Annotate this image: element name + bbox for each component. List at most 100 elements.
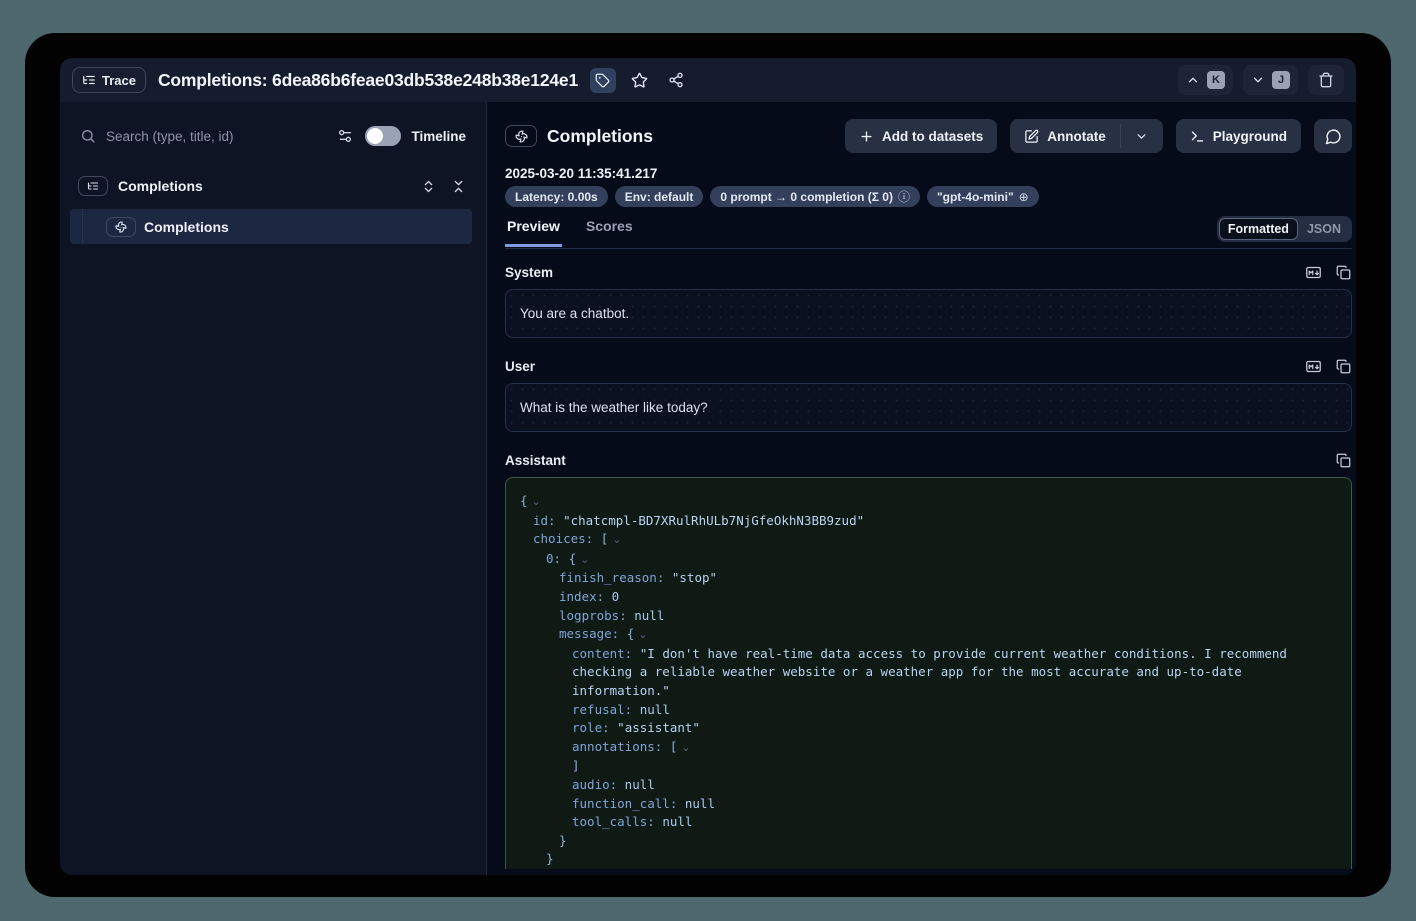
token-usage-text: 0 prompt → 0 completion (Σ 0) [720, 190, 893, 204]
system-section-header: System [505, 263, 1352, 281]
system-message-text: You are a chatbot. [520, 306, 629, 321]
action-buttons: Add to datasets Annotate [845, 119, 1352, 153]
tag-icon [595, 73, 610, 88]
user-message-text: What is the weather like today? [520, 400, 708, 415]
format-toggle: Formatted JSON [1217, 216, 1352, 242]
share-button[interactable] [664, 68, 688, 92]
json-token: { [561, 551, 576, 566]
copy-button[interactable] [1334, 451, 1352, 469]
tree-root-row[interactable]: Completions [60, 172, 486, 200]
chevron-up-icon [1186, 73, 1200, 87]
markdown-toggle-button[interactable] [1304, 357, 1322, 375]
json-token: refusal: [572, 702, 632, 717]
json-token: 0: [546, 551, 561, 566]
timeline-toggle[interactable] [365, 126, 401, 146]
app-window: Trace Completions: 6dea86b6feae03db538e2… [25, 33, 1391, 897]
json-token: null [632, 702, 670, 717]
copy-icon [1336, 453, 1351, 468]
shortcut-key-badge: K [1207, 71, 1225, 89]
assistant-section-header: Assistant [505, 451, 1352, 469]
latency-badge: Latency: 0.00s [505, 186, 608, 207]
tree-item-completions[interactable]: Completions [70, 209, 472, 244]
json-token: "chatcmpl-BD7XRulRhULb7NjGfeOkhN3BB9zud" [556, 513, 865, 528]
json-collapse-chevron-icon[interactable]: ⌄ [532, 496, 541, 508]
json-token: function_call: [572, 796, 677, 811]
tag-button[interactable] [590, 68, 616, 93]
json-token: annotations: [572, 739, 662, 754]
star-button[interactable] [628, 68, 652, 92]
json-collapse-chevron-icon[interactable]: ⌄ [580, 554, 589, 566]
annotate-dropdown-button[interactable] [1121, 119, 1163, 153]
markdown-toggle-button[interactable] [1304, 263, 1322, 281]
copy-button[interactable] [1334, 263, 1352, 281]
copy-icon [1336, 359, 1351, 374]
playground-label: Playground [1213, 129, 1287, 144]
json-token: choices: [533, 531, 593, 546]
model-badge-text: "gpt-4o-mini" [937, 190, 1014, 204]
app-surface: Trace Completions: 6dea86b6feae03db538e2… [60, 58, 1356, 875]
tab-preview[interactable]: Preview [505, 216, 562, 247]
add-to-datasets-button[interactable]: Add to datasets [845, 119, 997, 153]
json-line: } [520, 832, 1337, 851]
expand-all-button[interactable] [418, 176, 438, 196]
star-icon [631, 72, 648, 89]
system-section-title: System [505, 265, 1304, 280]
add-to-datasets-label: Add to datasets [882, 129, 983, 144]
metadata-badges: Latency: 0.00s Env: default 0 prompt → 0… [505, 186, 1352, 207]
environment-badge: Env: default [615, 186, 704, 207]
json-collapse-chevron-icon[interactable]: ⌄ [638, 629, 647, 641]
json-token: "assistant" [610, 720, 700, 735]
info-icon[interactable]: ⓘ [898, 188, 910, 205]
observation-header: Completions Add to datasets [505, 118, 1352, 154]
format-toggle-formatted[interactable]: Formatted [1219, 218, 1298, 240]
format-toggle-json[interactable]: JSON [1298, 218, 1350, 240]
user-section-header: User [505, 357, 1352, 375]
annotate-button[interactable]: Annotate [1010, 119, 1120, 153]
delete-trace-button[interactable] [1308, 65, 1344, 95]
json-token: audio: [572, 777, 617, 792]
json-line: role: "assistant" [520, 719, 1337, 738]
desktop-background: Trace Completions: 6dea86b6feae03db538e2… [0, 0, 1416, 921]
markdown-icon [1305, 264, 1322, 281]
copy-icon [1336, 265, 1351, 280]
generation-fan-icon [515, 130, 528, 143]
chevron-down-icon [1251, 73, 1265, 87]
plus-circle-icon[interactable]: ⊕ [1019, 190, 1029, 204]
comments-button[interactable] [1314, 119, 1352, 153]
json-token: finish_reason: [559, 570, 664, 585]
list-tree-icon [82, 73, 96, 87]
collapse-all-button[interactable] [448, 176, 468, 196]
json-collapse-chevron-icon[interactable]: ⌄ [612, 534, 621, 546]
json-line: index: 0 [520, 588, 1337, 607]
assistant-output-box: { ⌄ id: "chatcmpl-BD7XRulRhULb7NjGfeOkhN3B… [505, 477, 1352, 869]
prev-trace-button[interactable]: K [1178, 65, 1233, 95]
json-collapse-chevron-icon[interactable]: ⌄ [681, 742, 690, 754]
environment-badge-text: Env: default [625, 190, 694, 204]
trace-badge-label: Trace [102, 73, 136, 88]
playground-button[interactable]: Playground [1176, 119, 1301, 153]
toggle-knob [367, 128, 383, 144]
next-trace-button[interactable]: J [1243, 65, 1298, 95]
timestamp: 2025-03-20 11:35:41.217 [505, 166, 1352, 181]
tab-scores[interactable]: Scores [584, 216, 635, 244]
json-token: logprobs: [559, 608, 627, 623]
json-token: [ [662, 739, 677, 754]
markdown-icon [1305, 358, 1322, 375]
chevron-down-icon [1135, 130, 1148, 143]
json-line: audio: null [520, 776, 1337, 795]
comment-bubble-icon [1325, 128, 1342, 145]
page-title: Completions: 6dea86b6feae03db538e248b38e… [158, 70, 578, 91]
search-input[interactable] [106, 129, 325, 144]
copy-button[interactable] [1334, 357, 1352, 375]
chevrons-up-down-icon [421, 179, 436, 194]
json-line: tool_calls: null [520, 813, 1337, 832]
json-token: "stop" [664, 570, 717, 585]
json-token: index: [559, 589, 604, 604]
json-line: ] [520, 757, 1337, 776]
json-token: message: [559, 626, 619, 641]
trash-icon [1318, 72, 1334, 88]
json-line: } [520, 850, 1337, 869]
json-line: finish_reason: "stop" [520, 569, 1337, 588]
json-line: id: "chatcmpl-BD7XRulRhULb7NjGfeOkhN3BB9… [520, 512, 1337, 531]
view-settings-button[interactable] [335, 126, 355, 146]
